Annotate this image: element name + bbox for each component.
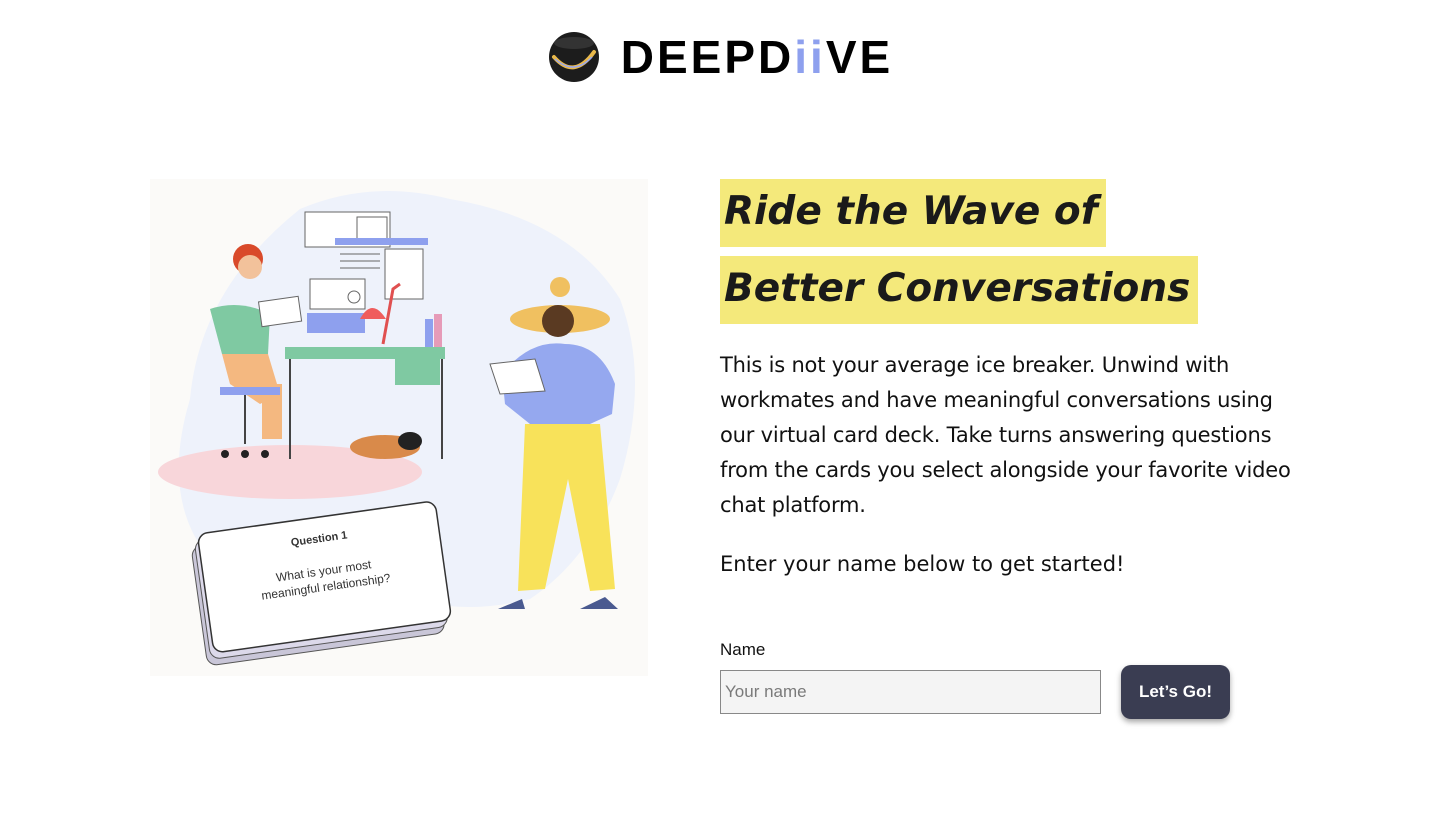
hero-description: This is not your average ice breaker. Un… [720,353,1291,517]
headline-line-1: Ride the Wave of [720,179,1106,247]
name-label: Name [720,640,766,659]
name-form: Name Let’s Go! [720,640,1320,719]
form-row: Let’s Go! [720,665,1320,719]
headline: Ride the Wave of Better Conversations [720,179,1310,324]
headline-line-2: Better Conversations [720,256,1199,324]
hero-content: Ride the Wave of Better Conversations Th… [720,179,1310,582]
lets-go-button[interactable]: Let’s Go! [1121,665,1230,719]
brand-name: DEEPDiiVE [620,31,894,83]
cta-text: Enter your name below to get started! [720,552,1125,576]
hero-illustration: Question 1 What is your most meaningful … [150,179,648,676]
site-header: DEEPDiiVE [0,30,1440,84]
deepdive-logo-icon [548,32,599,82]
name-input[interactable] [720,670,1101,714]
